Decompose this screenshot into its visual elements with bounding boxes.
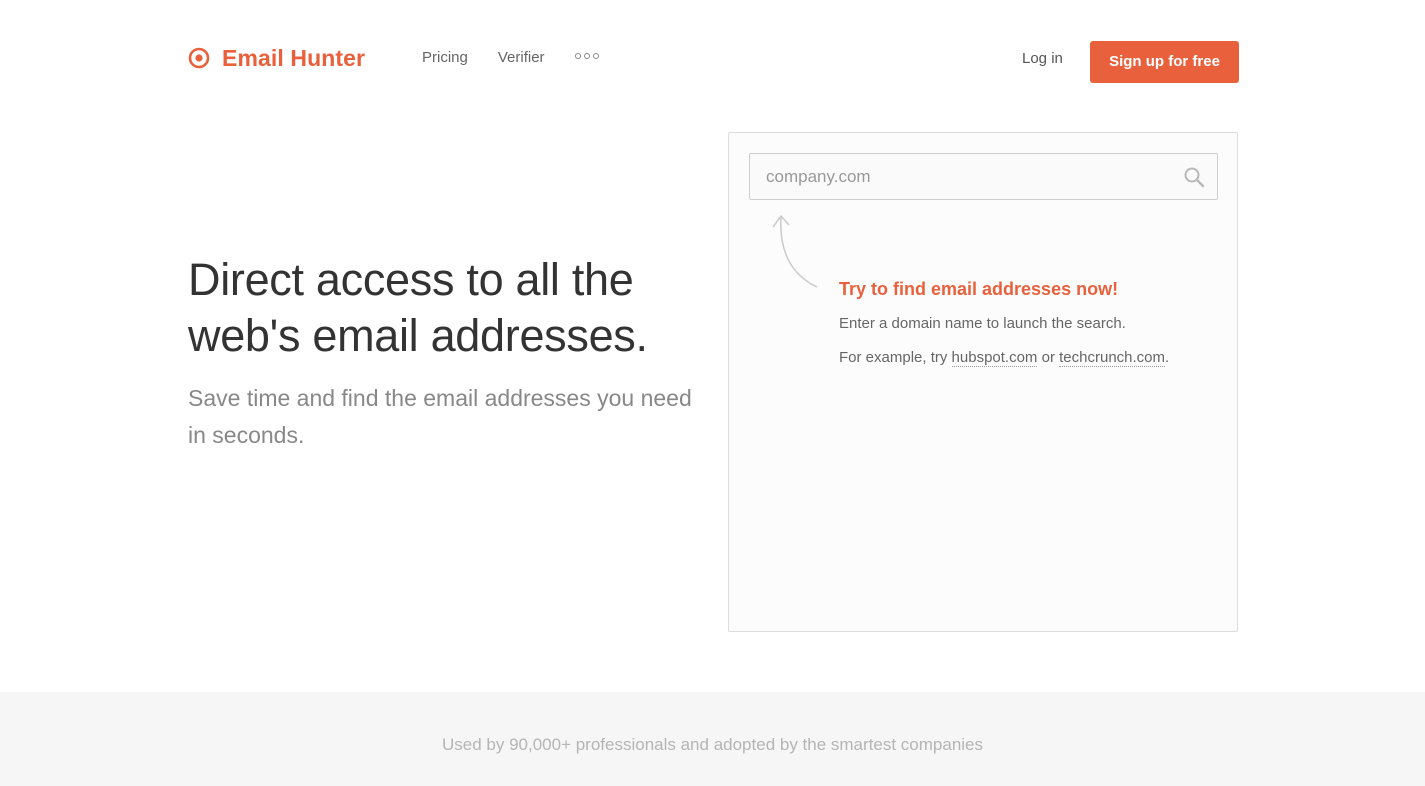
- search-hint: Enter a domain name to launch the search…: [839, 315, 1126, 332]
- signup-button[interactable]: Sign up for free: [1090, 41, 1239, 83]
- hero-title: Direct access to all the web's email add…: [188, 254, 648, 361]
- example-or: or: [1041, 349, 1055, 366]
- login-link[interactable]: Log in: [1022, 49, 1063, 69]
- search-icon[interactable]: [1183, 166, 1205, 188]
- page: Email Hunter Pricing Verifier Log in Sig…: [0, 0, 1425, 786]
- search-example: For example, try hubspot.com or techcrun…: [839, 348, 1169, 368]
- nav-verifier[interactable]: Verifier: [498, 48, 545, 68]
- nav-pricing[interactable]: Pricing: [422, 48, 468, 68]
- search-box: [749, 153, 1218, 200]
- search-panel: Try to find email addresses now! Enter a…: [728, 132, 1238, 632]
- brand-logo[interactable]: Email Hunter: [188, 44, 365, 72]
- example-link-hubspot[interactable]: hubspot.com: [951, 349, 1038, 367]
- domain-search-input[interactable]: [750, 154, 1170, 199]
- curved-arrow-icon: [772, 215, 818, 288]
- example-link-techcrunch[interactable]: techcrunch.com: [1059, 349, 1166, 367]
- more-dots-icon[interactable]: [574, 46, 599, 66]
- social-proof-text: Used by 90,000+ professionals and adopte…: [441, 735, 984, 754]
- target-icon: [188, 47, 210, 69]
- hero-subtitle: Save time and find the email addresses y…: [188, 385, 692, 448]
- example-prefix: For example, try: [839, 349, 948, 366]
- search-cta-text: Try to find email addresses now!: [839, 279, 1119, 299]
- brand-name: Email Hunter: [222, 45, 366, 71]
- main-nav: Pricing Verifier: [422, 48, 599, 68]
- header: Email Hunter Pricing Verifier Log in Sig…: [0, 0, 1425, 110]
- example-suffix: .: [1165, 349, 1170, 366]
- social-proof-band: Used by 90,000+ professionals and adopte…: [0, 692, 1425, 786]
